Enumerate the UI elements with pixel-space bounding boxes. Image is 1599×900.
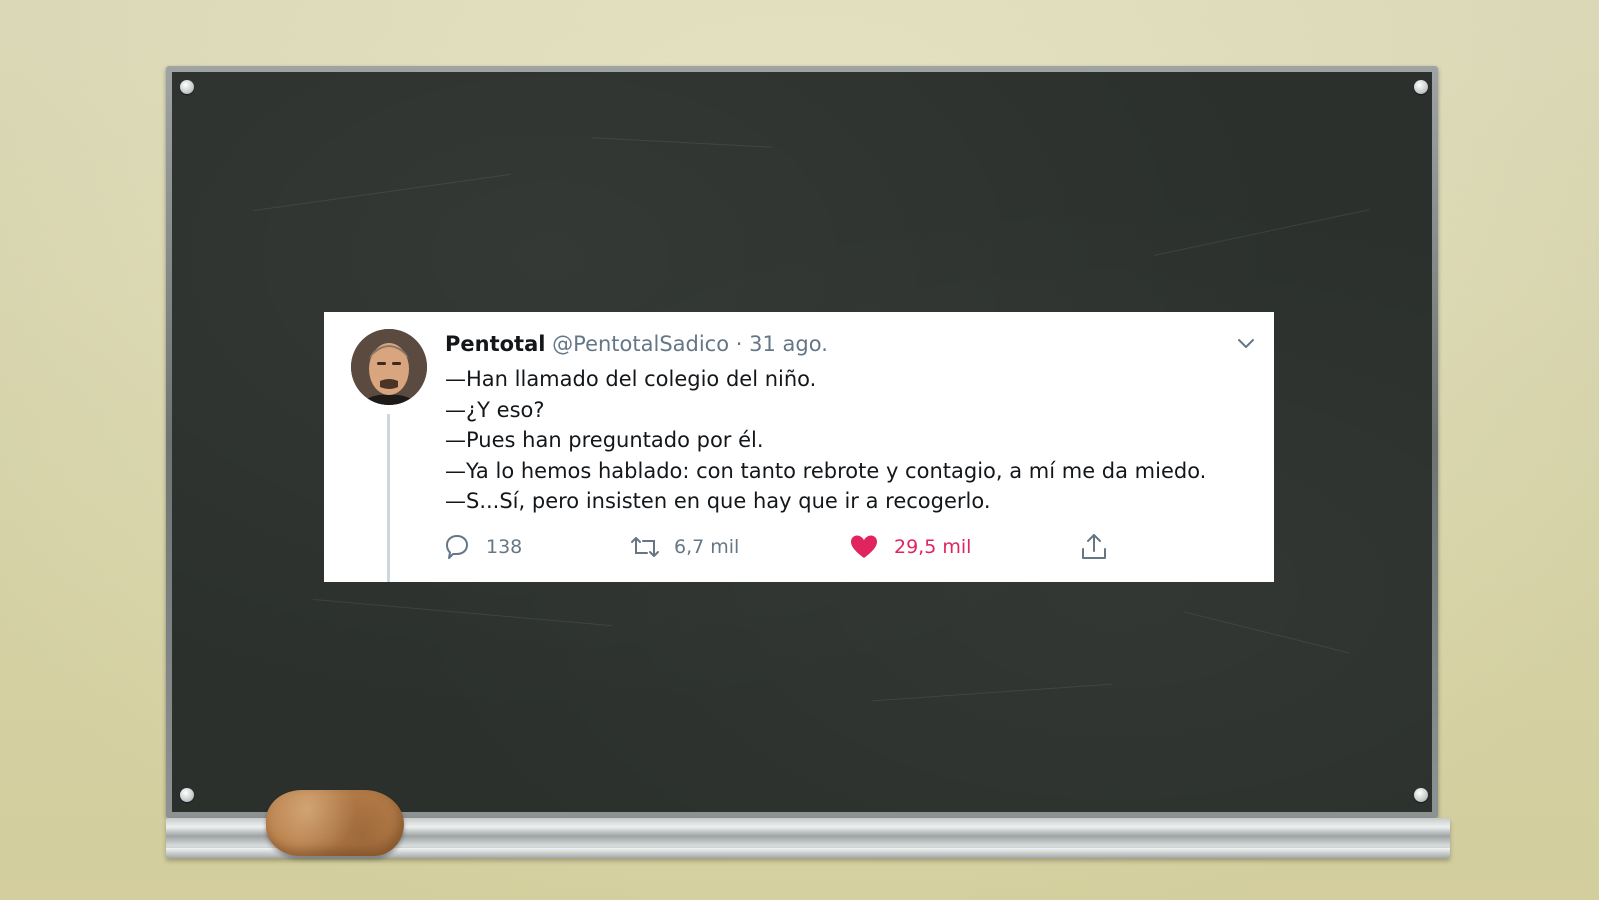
heart-icon[interactable] — [848, 531, 880, 563]
reply-count: 138 — [486, 536, 523, 558]
tweet-date[interactable]: 31 ago. — [749, 332, 828, 356]
retweet-icon[interactable] — [629, 531, 661, 563]
separator-dot: · — [735, 332, 743, 356]
board-screw — [1414, 788, 1428, 802]
chalk-scratch — [1154, 209, 1370, 256]
author-name[interactable]: Pentotal — [445, 332, 545, 356]
like-count: 29,5 mil — [894, 536, 972, 558]
tweet-line: —S...Sí, pero insisten en que hay que ir… — [445, 489, 991, 513]
board-eraser-sponge — [266, 790, 404, 856]
chalk-scratch — [1184, 611, 1350, 654]
author-handle[interactable]: @PentotalSadico — [552, 332, 729, 356]
tweet-line: —Ya lo hemos hablado: con tanto rebrote … — [445, 458, 1207, 483]
chalk-scratch — [872, 683, 1112, 702]
board-screw — [180, 80, 194, 94]
board-screw — [1414, 80, 1428, 94]
tweet-header: Pentotal @PentotalSadico · 31 ago. — [445, 330, 828, 358]
tweet-line: —¿Y eso? — [445, 397, 545, 422]
chalk-scratch — [312, 598, 612, 627]
avatar[interactable] — [351, 329, 427, 405]
thread-line — [387, 414, 390, 582]
retweet-count: 6,7 mil — [674, 536, 740, 558]
tweet-line: —Pues han preguntado por él. — [445, 428, 764, 452]
board-screw — [180, 788, 194, 802]
avatar-portrait — [351, 329, 427, 405]
chalk-scratch — [592, 137, 772, 148]
tweet-line: —Han llamado del colegio del niño. — [445, 367, 817, 391]
chalk-scratch — [253, 173, 511, 212]
tweet-card[interactable]: Pentotal @PentotalSadico · 31 ago. —Han … — [324, 312, 1274, 582]
reply-icon[interactable] — [441, 531, 473, 563]
chevron-down-icon[interactable] — [1236, 336, 1256, 350]
tweet-text: —Han llamado del colegio del niño. —¿Y e… — [445, 364, 1206, 517]
share-icon[interactable] — [1078, 531, 1110, 563]
